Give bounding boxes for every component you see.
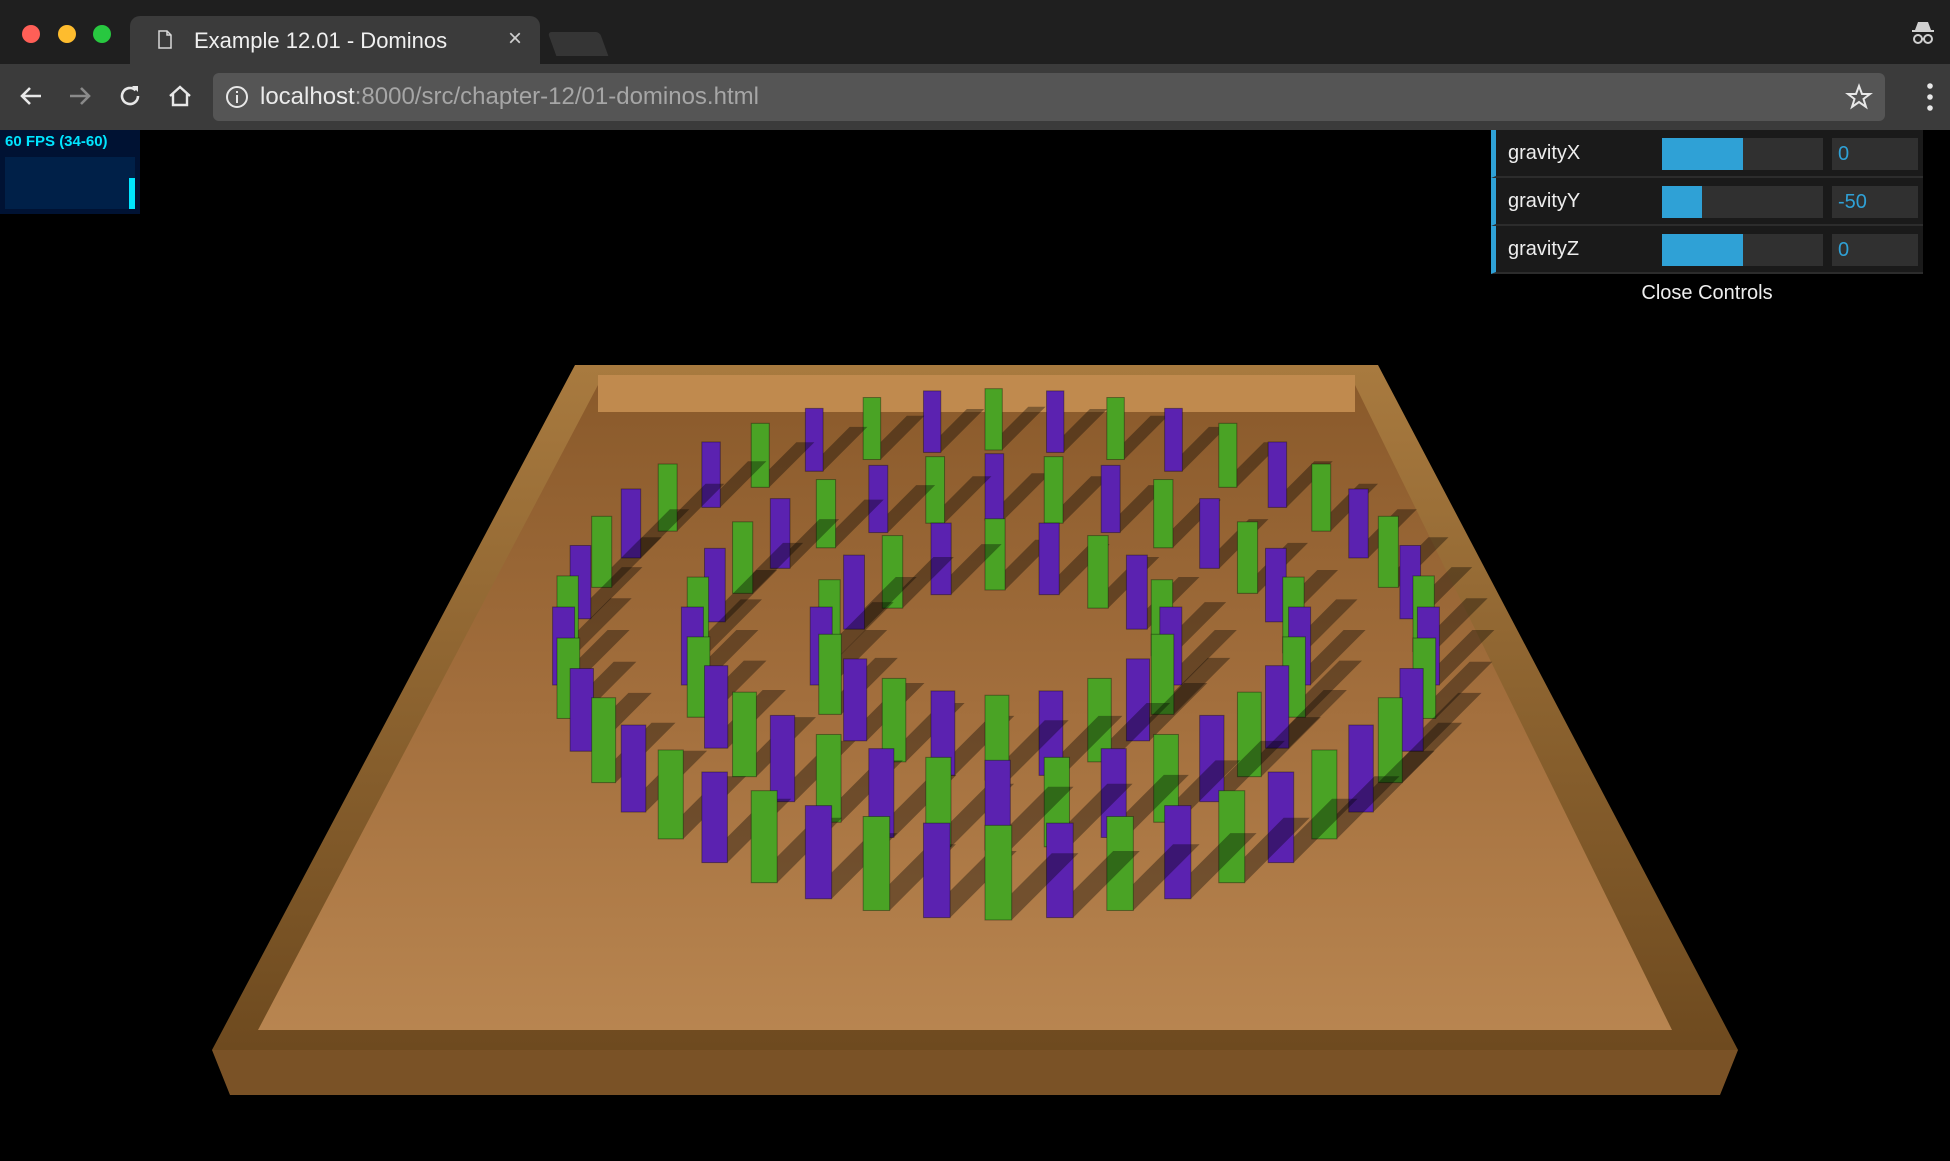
address-bar[interactable]: localhost:8000/src/chapter-12/01-dominos… [213,73,1885,121]
slider-fill [1662,234,1743,266]
domino [1087,535,1109,609]
domino [569,668,594,752]
new-tab-button[interactable] [547,32,609,56]
domino [1125,554,1148,630]
title-bar: Example 12.01 - Dominos × [0,0,1950,64]
domino [1153,479,1174,549]
browser-toolbar: localhost:8000/src/chapter-12/01-dominos… [0,64,1950,130]
domino [1106,397,1125,461]
slider-fill [1662,186,1703,218]
domino [984,388,1003,451]
gravityx-slider[interactable] [1662,138,1823,170]
domino [1100,464,1121,534]
domino [591,697,617,784]
domino [862,815,891,911]
url-host: localhost [260,83,355,110]
reload-button[interactable] [112,78,148,114]
domino [1218,422,1238,488]
incognito-icon [1912,22,1934,44]
gravityx-input[interactable]: 0 [1832,138,1918,170]
domino [769,714,796,803]
maximize-window-button[interactable] [93,25,111,43]
domino [804,407,824,472]
close-controls-button[interactable]: Close Controls [1491,274,1923,314]
domino [620,724,647,813]
fps-bar [129,177,135,209]
control-row-gravityx: gravityX 0 [1491,130,1923,178]
fps-graph [5,157,135,209]
bookmark-star-icon[interactable] [1845,83,1873,111]
forward-arrow-icon [70,87,91,105]
domino [843,658,868,742]
domino [984,453,1005,521]
domino [1348,488,1369,559]
domino [984,824,1013,921]
domino [1164,407,1183,472]
slider-fill [1662,138,1743,170]
board-frame-front [212,1050,1738,1095]
domino [804,805,833,900]
home-button[interactable] [162,78,198,114]
domino [732,691,757,778]
minimize-window-button[interactable] [58,25,76,43]
reload-icon [120,86,140,106]
domino [1236,521,1259,594]
control-label: gravityZ [1508,238,1580,260]
tab-title: Example 12.01 - Dominos [194,28,448,53]
fps-label: 60 FPS (34-60) [5,133,108,150]
gravityz-input[interactable]: 0 [1832,234,1918,266]
browser-tab[interactable]: Example 12.01 - Dominos × [130,16,540,64]
gravityy-input[interactable]: -50 [1832,186,1918,218]
control-label: gravityY [1508,190,1581,212]
url-text: localhost:8000/src/chapter-12/01-dominos… [260,83,759,111]
control-row-gravityy: gravityY -50 [1491,178,1923,226]
domino [1043,456,1064,524]
gravityy-slider[interactable] [1662,186,1823,218]
control-row-gravityz: gravityZ 0 [1491,226,1923,274]
domino [1038,522,1060,596]
webgl-viewport[interactable]: 60 FPS (34-60) gravityX 0 gravityY -50 g… [0,130,1950,1161]
domino [750,422,770,488]
gravityz-slider[interactable] [1662,234,1823,266]
domino [1377,515,1399,588]
domino [922,822,951,919]
back-arrow-icon [20,87,41,105]
domino [1267,441,1288,508]
controls-panel: gravityX 0 gravityY -50 gravityZ 0 Close… [1491,130,1923,314]
page-icon [158,30,172,49]
domino [657,749,684,840]
more-menu-icon[interactable] [1926,81,1934,113]
fps-stats-panel[interactable]: 60 FPS (34-60) [0,130,140,214]
domino [750,790,778,884]
domino [1311,463,1332,532]
domino [818,633,842,715]
back-button[interactable] [13,78,49,114]
domino [922,390,942,453]
domino [591,515,613,588]
domino [701,771,728,864]
home-icon [169,85,191,107]
domino [1399,668,1424,752]
info-icon[interactable] [225,85,249,109]
control-label: gravityX [1508,142,1581,164]
close-window-button[interactable] [22,25,40,43]
domino [1046,390,1065,453]
url-path: :8000/src/chapter-12/01-dominos.html [354,83,759,110]
domino [1199,498,1220,569]
domino [868,464,889,534]
board-back-rim [598,375,1355,412]
tab-close-icon[interactable]: × [508,27,522,51]
domino [704,665,729,749]
forward-button[interactable] [62,78,98,114]
